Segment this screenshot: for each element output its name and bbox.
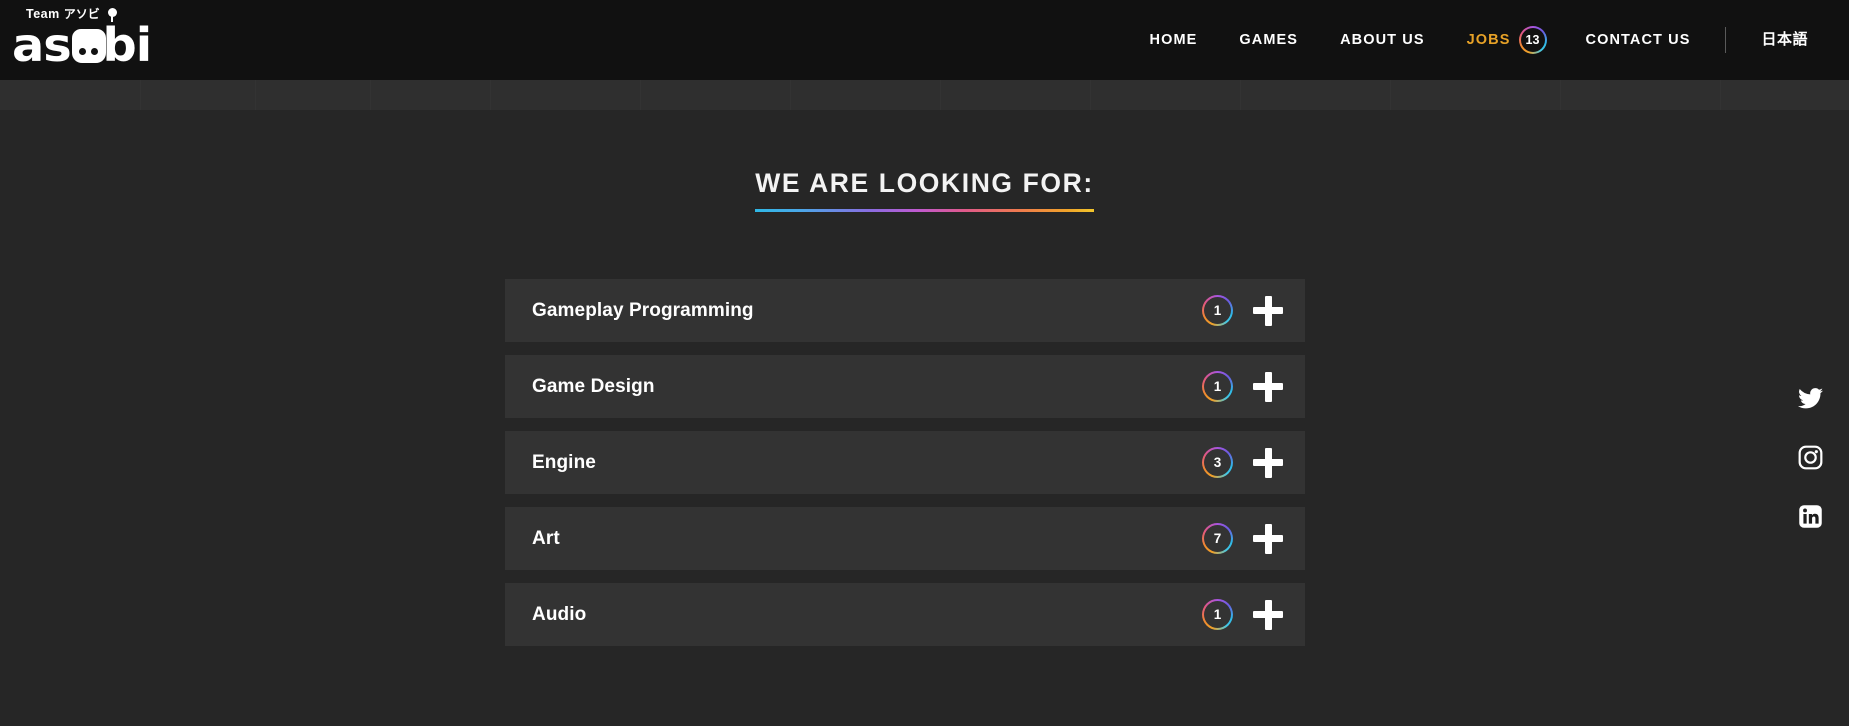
linkedin-icon[interactable]	[1797, 503, 1824, 530]
job-count-badge: 7	[1202, 523, 1233, 554]
job-count-badge: 1	[1202, 295, 1233, 326]
language-switcher[interactable]: 日本語	[1740, 0, 1829, 80]
job-category-title: Art	[532, 527, 560, 549]
job-category-title: Audio	[532, 603, 587, 625]
subbar-segment	[140, 80, 141, 110]
subbar-segment	[490, 80, 491, 110]
page-body: WE ARE LOOKING FOR: Gameplay Programming…	[0, 110, 1849, 726]
job-count-value: 1	[1213, 302, 1222, 318]
nav-item-jobs[interactable]: JOBS	[1446, 0, 1519, 80]
jobs-count-value: 13	[1525, 32, 1540, 47]
job-category-title: Gameplay Programming	[532, 299, 754, 321]
subbar-segment	[1720, 80, 1721, 110]
social-links-rail	[1793, 385, 1827, 530]
job-count-badge: 1	[1202, 599, 1233, 630]
plus-icon[interactable]	[1253, 295, 1283, 326]
nav-item-about-us[interactable]: ABOUT US	[1319, 0, 1446, 80]
plus-icon[interactable]	[1253, 599, 1283, 630]
nav-divider	[1725, 27, 1727, 53]
job-count-value: 1	[1213, 378, 1222, 394]
logo-robot-head-icon	[72, 29, 106, 63]
job-row-actions: 1	[1202, 371, 1283, 402]
sub-header-bar	[0, 80, 1849, 110]
instagram-icon[interactable]	[1797, 444, 1824, 471]
subbar-segment	[790, 80, 791, 110]
plus-icon[interactable]	[1253, 371, 1283, 402]
nav-item-home[interactable]: HOME	[1129, 0, 1219, 80]
logo-wordmark: asobi	[12, 22, 182, 68]
subbar-segment	[1560, 80, 1561, 110]
job-category-title: Engine	[532, 451, 596, 473]
job-count-value: 3	[1213, 454, 1222, 470]
site-header: Team アソビ asobi HOME GAMES ABOUT US JOBS …	[0, 0, 1849, 80]
subbar-segment	[1240, 80, 1241, 110]
site-logo[interactable]: Team アソビ asobi	[12, 6, 182, 70]
job-category-row-audio[interactable]: Audio 1	[505, 583, 1305, 646]
job-category-list: Gameplay Programming 1 Game Design 1 Eng…	[505, 279, 1305, 659]
job-count-value: 7	[1213, 530, 1222, 546]
job-category-row-gameplay-programming[interactable]: Gameplay Programming 1	[505, 279, 1305, 342]
main-navigation: HOME GAMES ABOUT US JOBS 13 CONTACT US 日…	[1129, 0, 1830, 80]
subbar-segment	[1090, 80, 1091, 110]
section-heading-wrap: WE ARE LOOKING FOR:	[0, 168, 1849, 212]
page-title: WE ARE LOOKING FOR:	[755, 168, 1094, 212]
job-row-actions: 3	[1202, 447, 1283, 478]
job-category-row-game-design[interactable]: Game Design 1	[505, 355, 1305, 418]
job-row-actions: 1	[1202, 599, 1283, 630]
subbar-segment	[640, 80, 641, 110]
plus-icon[interactable]	[1253, 447, 1283, 478]
job-category-row-engine[interactable]: Engine 3	[505, 431, 1305, 494]
robot-eye-left	[79, 48, 86, 55]
job-count-value: 1	[1213, 606, 1222, 622]
subbar-segment	[1390, 80, 1391, 110]
job-category-title: Game Design	[532, 375, 655, 397]
twitter-icon[interactable]	[1797, 385, 1824, 412]
job-category-row-art[interactable]: Art 7	[505, 507, 1305, 570]
robot-eye-right	[91, 48, 98, 55]
job-row-actions: 1	[1202, 295, 1283, 326]
plus-icon[interactable]	[1253, 523, 1283, 554]
jobs-count-badge: 13	[1518, 26, 1547, 54]
subbar-segment	[255, 80, 256, 110]
job-count-badge: 1	[1202, 371, 1233, 402]
subbar-segment	[370, 80, 371, 110]
job-count-badge: 3	[1202, 447, 1233, 478]
job-row-actions: 7	[1202, 523, 1283, 554]
nav-item-games[interactable]: GAMES	[1218, 0, 1319, 80]
nav-item-contact-us[interactable]: CONTACT US	[1565, 0, 1712, 80]
nav-jobs-badge-wrap: 13	[1518, 26, 1565, 54]
subbar-segment	[940, 80, 941, 110]
